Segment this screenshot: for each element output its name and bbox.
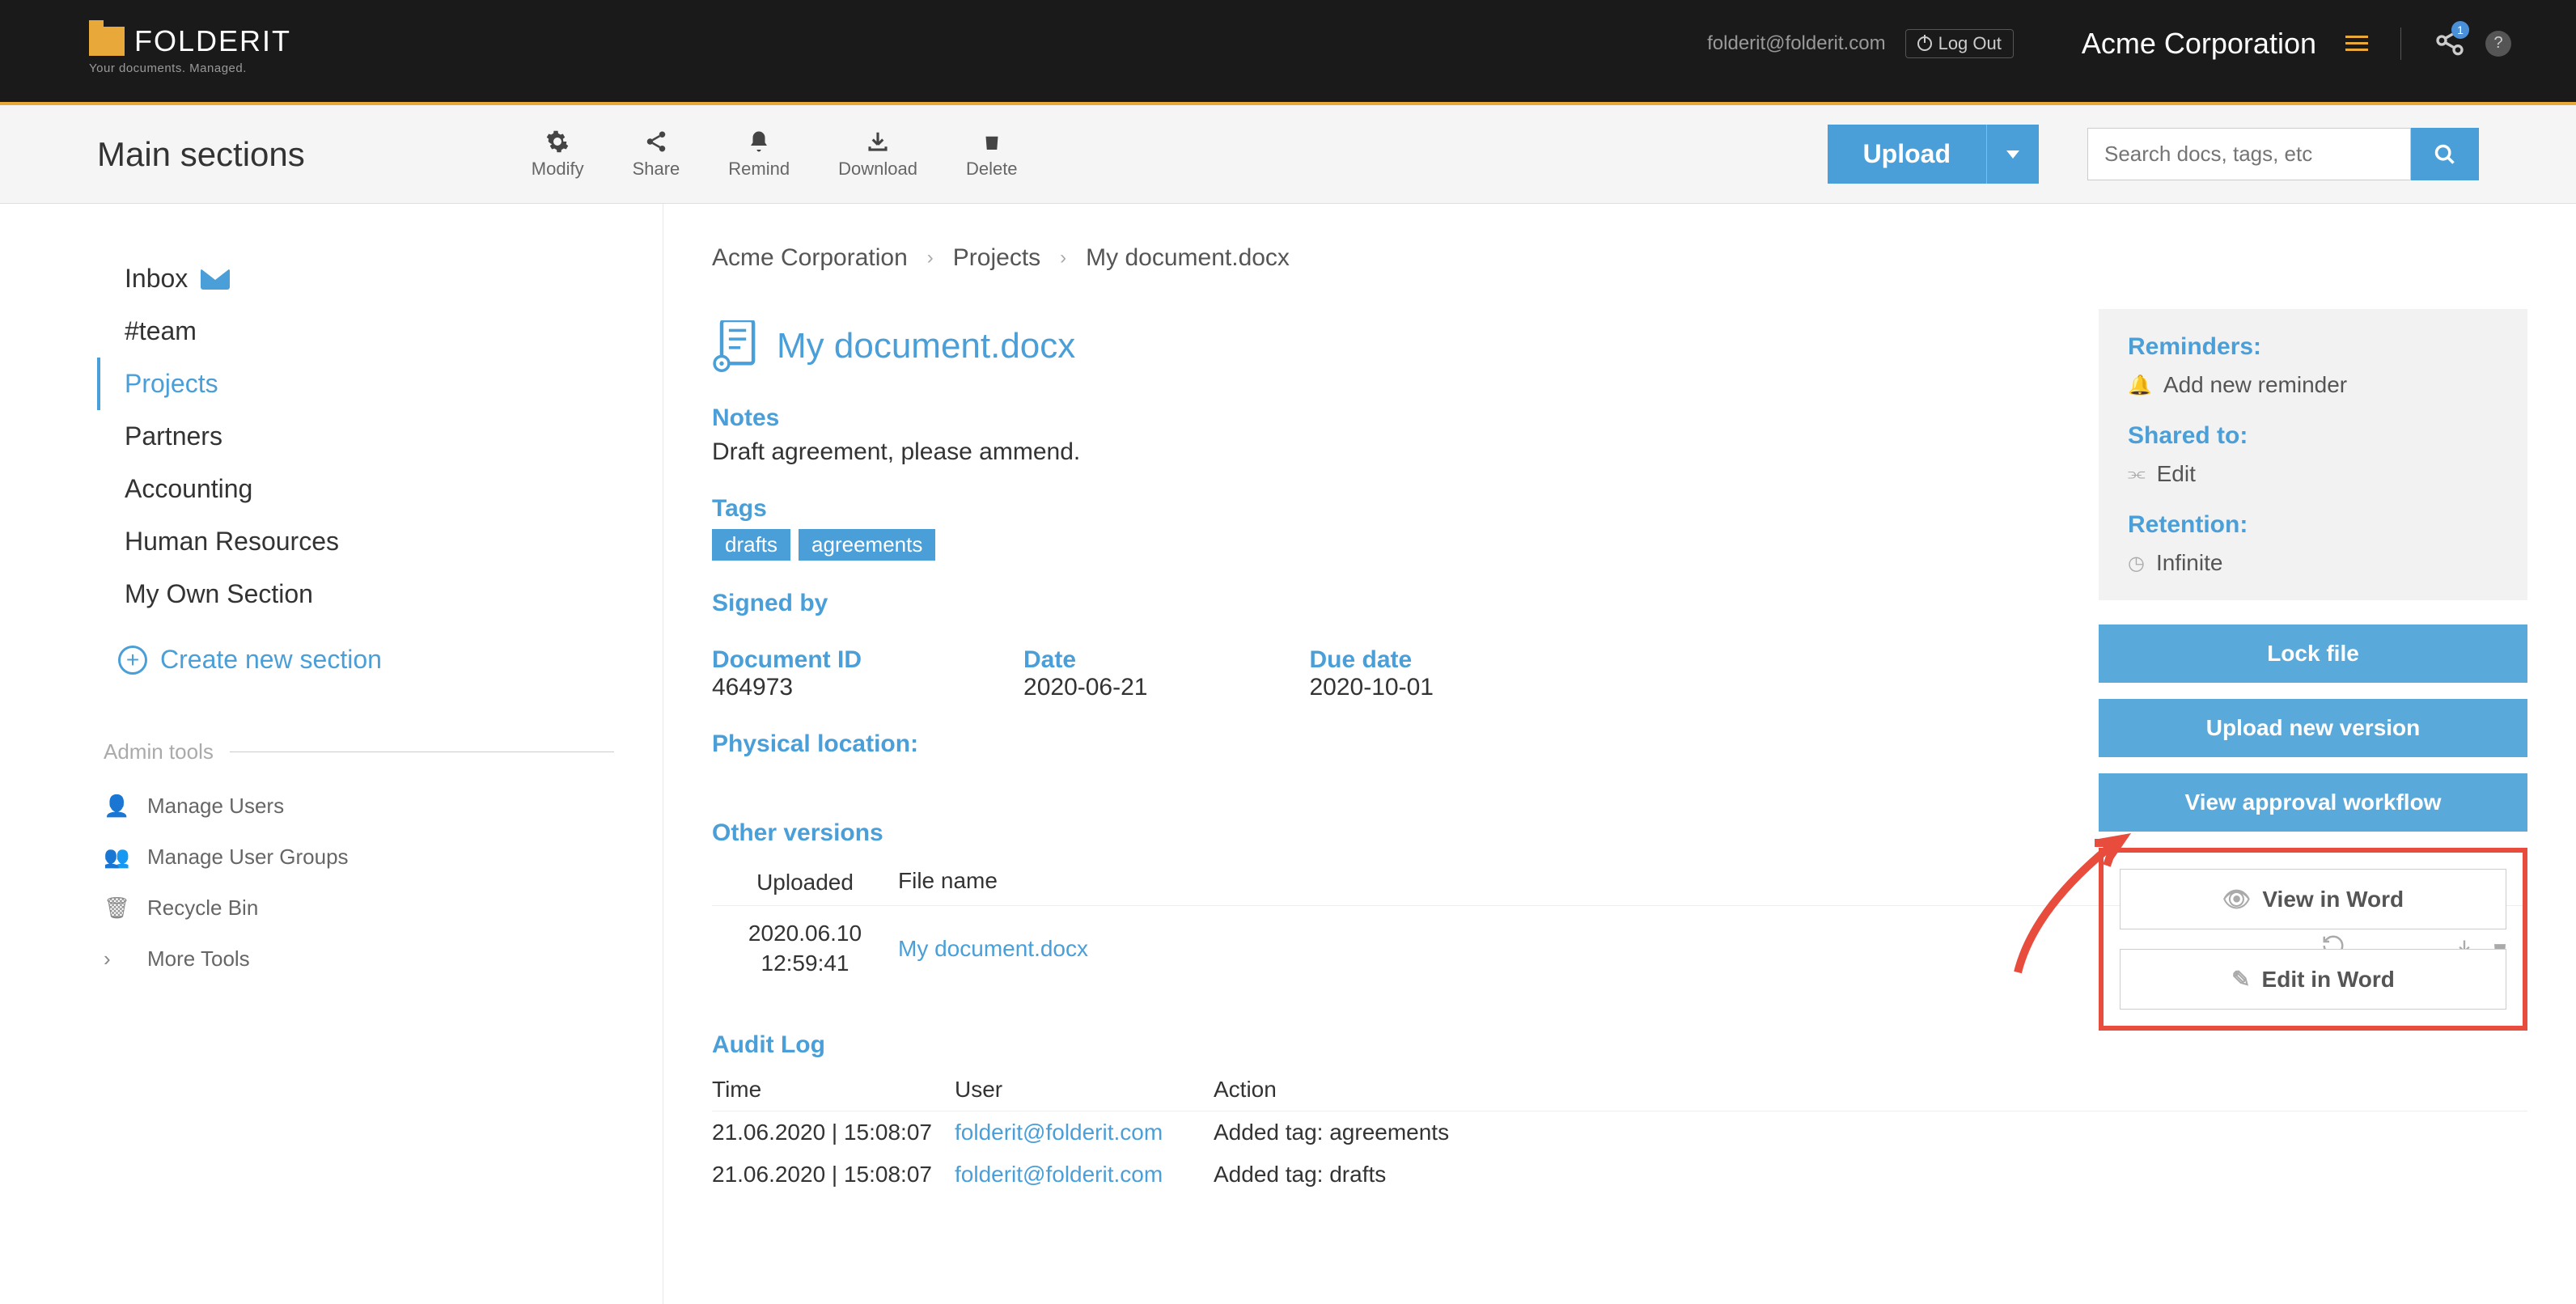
plus-icon: + [118,646,147,675]
audit-label: Audit Log [712,1031,2527,1059]
docid-label: Document ID [712,646,862,674]
toolbar: Main sections Modify Share Remind Downlo… [0,105,2576,204]
upload-button[interactable]: Upload [1828,125,1986,184]
admin-more-tools[interactable]: › More Tools [97,934,663,984]
shared-label: Shared to: [2128,422,2498,450]
admin-tools-header: Admin tools [97,739,663,764]
versions-head-uploaded: Uploaded [728,868,882,897]
share-icon [644,129,668,154]
sidebar-item-inbox[interactable]: Inbox [97,252,663,305]
remind-action[interactable]: Remind [728,129,790,180]
edit-in-word-button[interactable]: ✎ Edit in Word [2120,949,2506,1010]
audit-head-action: Action [1214,1077,2527,1103]
docid-value: 464973 [712,674,862,701]
date-value: 2020-06-21 [1023,674,1147,701]
edit-sharing-button[interactable]: ⫘ Edit [2128,461,2498,487]
pencil-icon: ✎ [2231,966,2250,993]
admin-manage-users[interactable]: 👤 Manage Users [97,781,663,832]
sidebar-item-projects[interactable]: Projects [97,358,663,410]
view-workflow-button[interactable]: View approval workflow [2099,773,2527,832]
eye-icon: 👁 [2222,886,2252,912]
gear-icon [545,129,570,154]
upload-dropdown[interactable] [1986,125,2039,184]
right-panel: Reminders: 🔔 Add new reminder Shared to:… [2099,309,2527,1031]
breadcrumb-item: My document.docx [1086,244,1290,272]
help-icon[interactable]: ? [2485,31,2511,57]
add-reminder-button[interactable]: 🔔 Add new reminder [2128,372,2498,398]
app-header: FOLDERIT Your documents. Managed. folder… [0,0,2576,102]
reminders-label: Reminders: [2128,333,2498,361]
audit-row: 21.06.2020 | 15:08:07 folderit@folderit.… [712,1154,2527,1196]
sidebar-item-accounting[interactable]: Accounting [97,463,663,515]
chevron-right-icon: › [927,247,934,269]
divider [2400,28,2401,60]
notification-badge: 1 [2451,21,2469,39]
sidebar-item-partners[interactable]: Partners [97,410,663,463]
retention-value: ◷ Infinite [2128,550,2498,576]
trash-icon: 🗑 [104,895,128,921]
share-icon[interactable]: 1 [2434,24,2466,62]
download-icon [866,129,890,154]
sidebar-item-hr[interactable]: Human Resources [97,515,663,568]
arrow-annotation [2002,811,2147,989]
sidebar-item-team[interactable]: #team [97,305,663,358]
tag[interactable]: agreements [799,529,935,561]
upload-button-group: Upload [1828,125,2039,184]
search-group [2087,128,2479,180]
document-title: My document.docx [777,326,1075,366]
audit-head-time: Time [712,1077,955,1103]
view-in-word-button[interactable]: 👁 View in Word [2120,869,2506,929]
user-email: folderit@folderit.com [1707,32,1885,55]
date-label: Date [1023,646,1147,674]
mail-icon [201,269,230,290]
version-uploaded: 2020.06.10 12:59:41 [728,919,882,978]
main-content: Acme Corporation › Projects › My documen… [663,204,2576,1304]
audit-head-user: User [955,1077,1214,1103]
bell-icon [747,129,771,154]
retention-label: Retention: [2128,511,2498,539]
logo-tagline: Your documents. Managed. [89,61,291,75]
lock-file-button[interactable]: Lock file [2099,624,2527,683]
sidebar-item-own[interactable]: My Own Section [97,568,663,620]
audit-row: 21.06.2020 | 15:08:07 folderit@folderit.… [712,1111,2527,1154]
menu-icon[interactable] [2345,36,2368,51]
audit-table: Time User Action 21.06.2020 | 15:08:07 f… [712,1069,2527,1196]
toolbar-actions: Modify Share Remind Download Delete [532,129,1018,180]
logout-button[interactable]: Log Out [1905,29,2014,58]
admin-manage-groups[interactable]: 👥 Manage User Groups [97,832,663,883]
trash-icon [980,129,1004,154]
chevron-right-icon: › [1060,247,1066,269]
search-icon [2434,143,2456,166]
share-icon: ⫘ [2128,463,2146,485]
folder-icon [89,27,125,56]
document-icon [712,320,757,372]
power-icon [1917,36,1932,51]
logo[interactable]: FOLDERIT Your documents. Managed. [89,24,291,75]
chevron-right-icon: › [104,946,128,972]
modify-action[interactable]: Modify [532,129,584,180]
due-label: Due date [1309,646,1433,674]
users-icon: 👥 [104,845,128,870]
breadcrumb-item[interactable]: Acme Corporation [712,244,908,272]
delete-action[interactable]: Delete [966,129,1018,180]
create-section-button[interactable]: + Create new section [118,645,663,675]
bell-icon: 🔔 [2128,374,2152,397]
logo-text: FOLDERIT [134,24,291,58]
sidebar: Inbox #team Projects Partners Accounting… [0,204,663,1304]
admin-recycle-bin[interactable]: 🗑 Recycle Bin [97,883,663,934]
download-action[interactable]: Download [838,129,917,180]
organization-name: Acme Corporation [2082,27,2316,61]
highlight-box: 👁 View in Word ✎ Edit in Word [2099,848,2527,1031]
clock-icon: ◷ [2128,552,2145,575]
breadcrumb: Acme Corporation › Projects › My documen… [712,244,2527,272]
due-value: 2020-10-01 [1309,674,1433,701]
user-icon: 👤 [104,794,128,819]
search-input[interactable] [2087,128,2411,180]
search-button[interactable] [2411,128,2479,180]
breadcrumb-item[interactable]: Projects [953,244,1040,272]
toolbar-title: Main sections [97,135,305,174]
tag[interactable]: drafts [712,529,790,561]
upload-version-button[interactable]: Upload new version [2099,699,2527,757]
share-action[interactable]: Share [633,129,680,180]
